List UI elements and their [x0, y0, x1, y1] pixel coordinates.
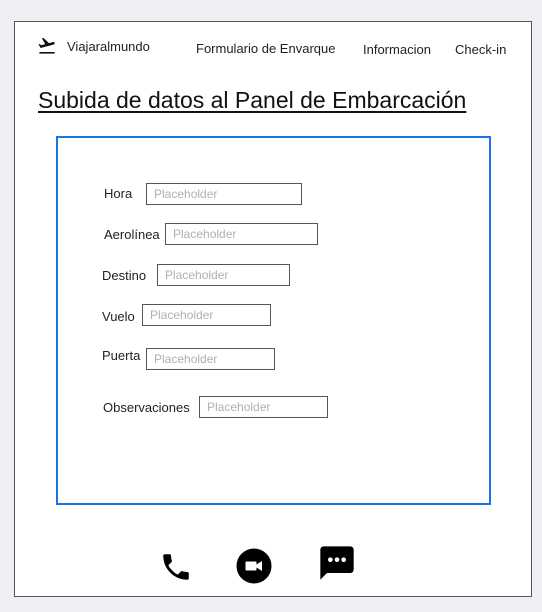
field-label-hora: Hora	[104, 186, 133, 201]
field-label-destino: Destino	[102, 268, 147, 283]
puerta-input[interactable]	[146, 348, 275, 370]
page-title: Subida de datos al Panel de Embarcación	[38, 87, 467, 113]
field-label-puerta: Puerta	[102, 348, 141, 363]
chat-icon[interactable]	[317, 543, 357, 583]
phone-icon[interactable]	[159, 550, 193, 584]
field-label-observaciones: Observaciones	[103, 400, 190, 415]
boarding-data-form: Hora Aerolínea Destino Vuelo Puerta Obse…	[56, 136, 491, 505]
field-label-aerolinea: Aerolínea	[104, 227, 160, 242]
field-label-vuelo: Vuelo	[102, 309, 135, 324]
brand-name: Viajaralmundo	[67, 38, 150, 54]
video-call-icon[interactable]	[236, 548, 272, 584]
aerolinea-input[interactable]	[165, 223, 318, 245]
observaciones-input[interactable]	[199, 396, 328, 418]
nav-link-check-in[interactable]: Check-in	[455, 42, 506, 57]
nav-link-formulario[interactable]: Formulario de Envarque	[196, 41, 335, 56]
vuelo-input[interactable]	[142, 304, 271, 326]
destino-input[interactable]	[157, 264, 290, 286]
page-container: Viajaralmundo Formulario de Envarque Inf…	[14, 21, 532, 597]
hora-input[interactable]	[146, 183, 302, 205]
nav-link-informacion[interactable]: Informacion	[363, 42, 431, 57]
airplane-takeoff-icon	[37, 38, 57, 54]
brand-logo[interactable]: Viajaralmundo	[37, 38, 150, 54]
